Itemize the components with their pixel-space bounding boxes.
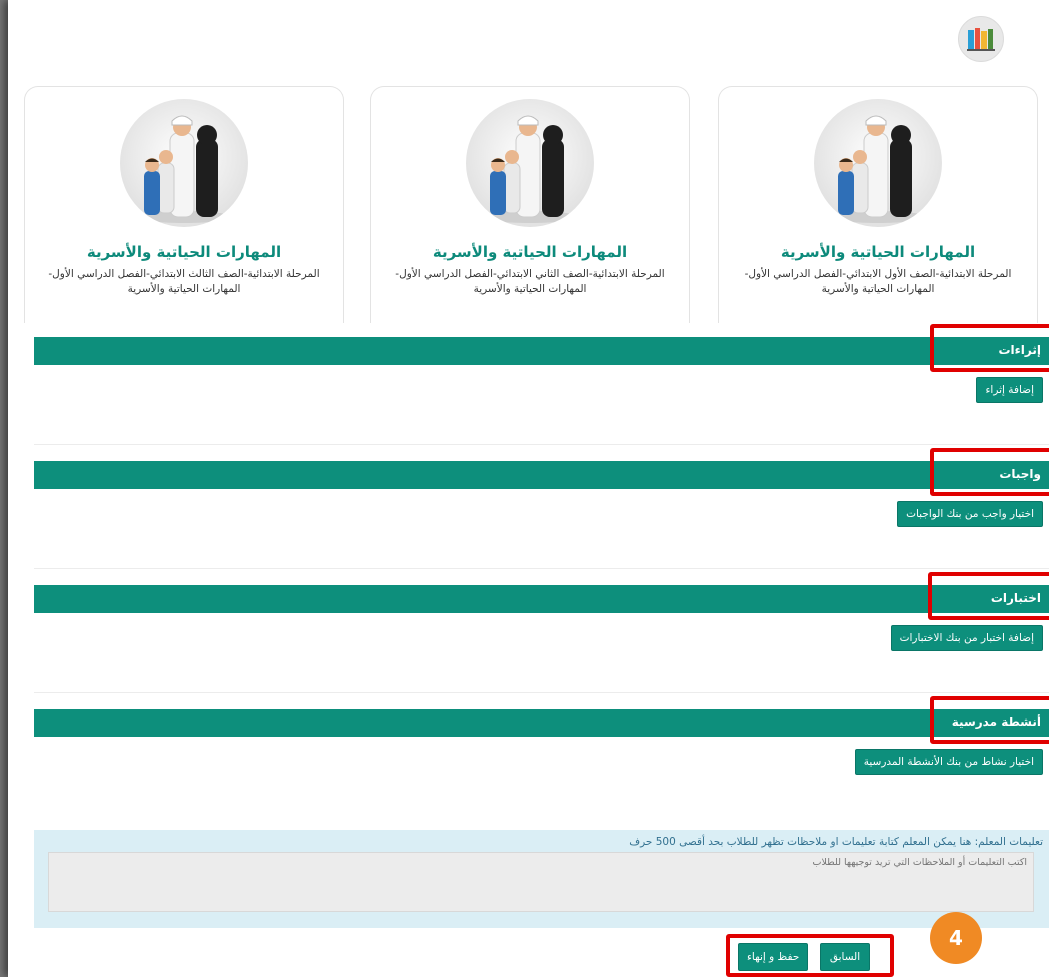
- card-description: المرحلة الابتدائية-الصف الأول الابتدائي-…: [744, 268, 1012, 295]
- highlight-box: [930, 448, 1049, 496]
- highlight-box: [928, 572, 1049, 620]
- section-header-tests: اختبارات: [34, 585, 1049, 613]
- divider: [34, 444, 1049, 445]
- divider: [34, 692, 1049, 693]
- books-logo-icon: [958, 16, 1004, 62]
- card-title: المهارات الحياتية والأسرية: [780, 243, 976, 261]
- save-finish-button[interactable]: حفظ و إنهاء: [738, 943, 809, 971]
- card-title: المهارات الحياتية والأسرية: [432, 243, 628, 261]
- divider: [34, 568, 1049, 569]
- highlight-box: [930, 324, 1049, 372]
- family-image: [466, 99, 594, 227]
- notes-label: تعليمات المعلم: هنا يمكن المعلم كتابة تع…: [629, 836, 1043, 848]
- section-header-activities: أنشطة مدرسية: [34, 709, 1049, 737]
- card-title: المهارات الحياتية والأسرية: [86, 243, 282, 261]
- page: المهارات الحياتية والأسرية المرحلة الابت…: [8, 0, 1049, 977]
- choose-homework-button[interactable]: اختيار واجب من بنك الواجبات: [897, 501, 1043, 527]
- step-badge: 4: [930, 912, 982, 964]
- card-description: المرحلة الابتدائية-الصف الثاني الابتدائي…: [395, 268, 665, 295]
- section-header-enrichments: إثراءات: [34, 337, 1049, 365]
- course-card-grade1[interactable]: المهارات الحياتية والأسرية المرحلة الابت…: [718, 86, 1038, 323]
- course-card-grade3[interactable]: المهارات الحياتية والأسرية المرحلة الابت…: [24, 86, 344, 323]
- family-image: [814, 99, 942, 227]
- add-test-button[interactable]: إضافة اختبار من بنك الاختبارات: [890, 625, 1043, 651]
- section-header-homework: واجبات: [34, 461, 1049, 489]
- family-image: [120, 99, 248, 227]
- previous-button[interactable]: السابق: [820, 943, 870, 971]
- card-description: المرحلة الابتدائية-الصف الثالث الابتدائي…: [48, 268, 320, 295]
- notes-textarea[interactable]: [48, 852, 1034, 912]
- add-enrichment-button[interactable]: إضافة إثراء: [976, 377, 1043, 403]
- teacher-notes-panel: تعليمات المعلم: هنا يمكن المعلم كتابة تع…: [34, 830, 1049, 928]
- highlight-box: [930, 696, 1049, 744]
- choose-activity-button[interactable]: اختيار نشاط من بنك الأنشطة المدرسية: [854, 749, 1043, 775]
- course-card-grade2[interactable]: المهارات الحياتية والأسرية المرحلة الابت…: [370, 86, 690, 323]
